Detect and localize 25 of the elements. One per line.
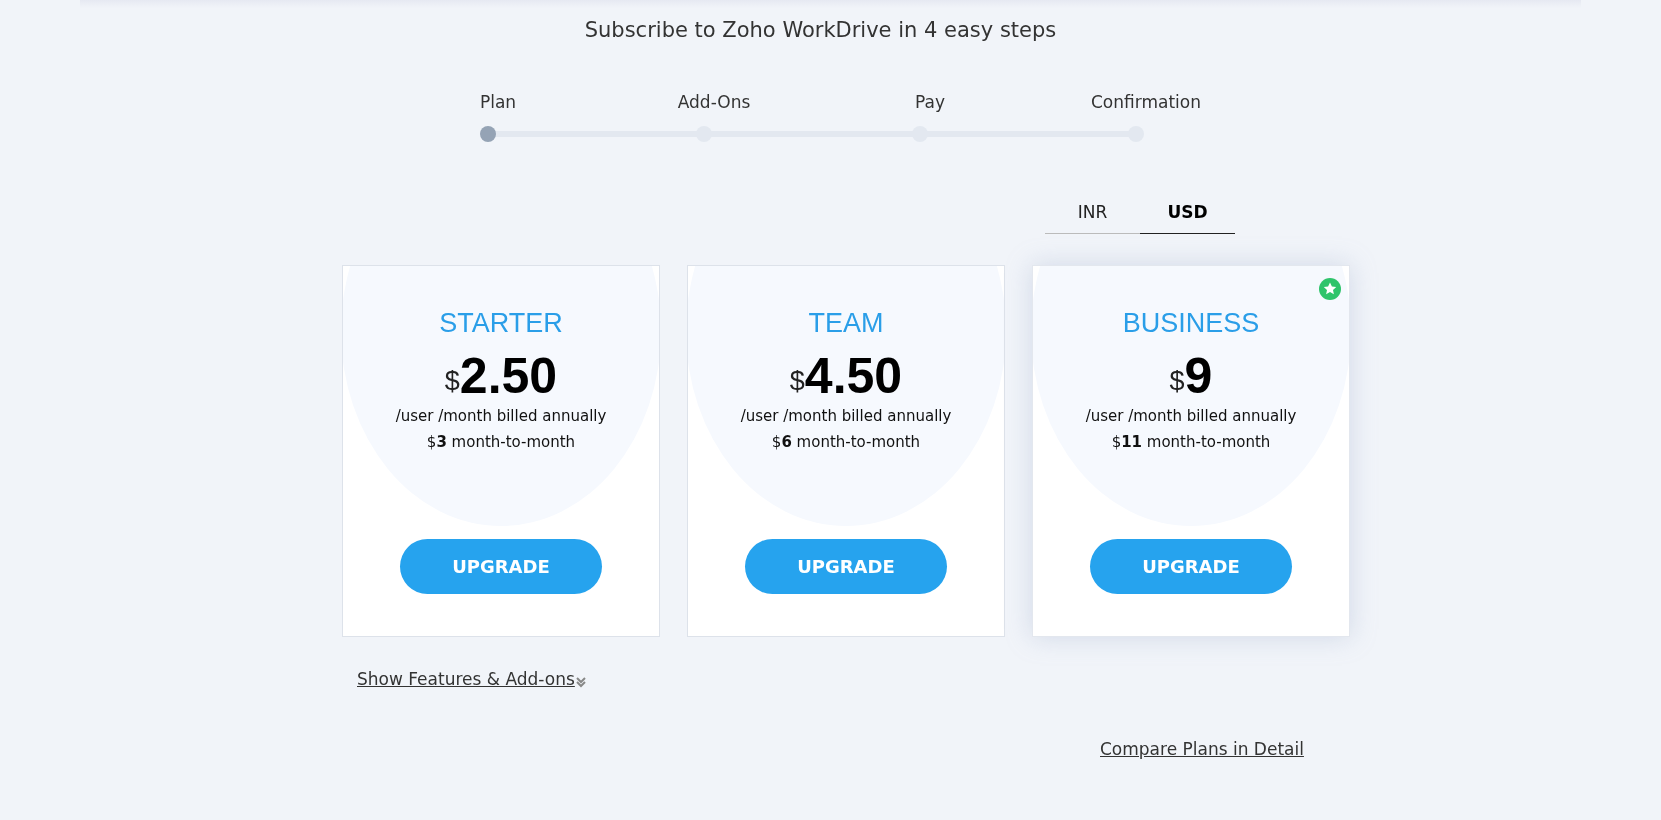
- step-label: Confirmation: [1091, 92, 1201, 112]
- plan-price: 2.50: [459, 351, 558, 401]
- step-label: Plan: [479, 92, 517, 112]
- plan-price: 9: [1184, 351, 1213, 401]
- double-chevron-icon: [574, 676, 587, 688]
- currency-tab[interactable]: INR: [1045, 190, 1140, 234]
- currency-tab[interactable]: USD: [1140, 190, 1235, 234]
- billing-note: /user /month billed annually: [740, 407, 952, 425]
- monthly-price: $11 month-to-month: [1111, 433, 1271, 451]
- plan-name: STARTER: [439, 308, 563, 339]
- currency-symbol: $: [789, 366, 805, 397]
- plan-name: BUSINESS: [1122, 308, 1260, 339]
- compare-plans-link[interactable]: Compare Plans in Detail: [1100, 739, 1304, 759]
- monthly-price: $6 month-to-month: [771, 433, 921, 451]
- step-label: Add-Ons: [677, 92, 751, 112]
- currency-symbol: $: [1169, 366, 1185, 397]
- billing-note: /user /month billed annually: [1085, 407, 1297, 425]
- plan-name: TEAM: [808, 308, 884, 339]
- currency-symbol: $: [444, 366, 460, 397]
- plan-price: 4.50: [804, 351, 903, 401]
- page-heading: Subscribe to Zoho WorkDrive in 4 easy steps: [583, 18, 1058, 42]
- monthly-price: $3 month-to-month: [426, 433, 576, 451]
- step-label: Pay: [915, 92, 945, 112]
- billing-note: /user /month billed annually: [395, 407, 607, 425]
- show-features-link[interactable]: Show Features & Add-ons: [357, 669, 575, 689]
